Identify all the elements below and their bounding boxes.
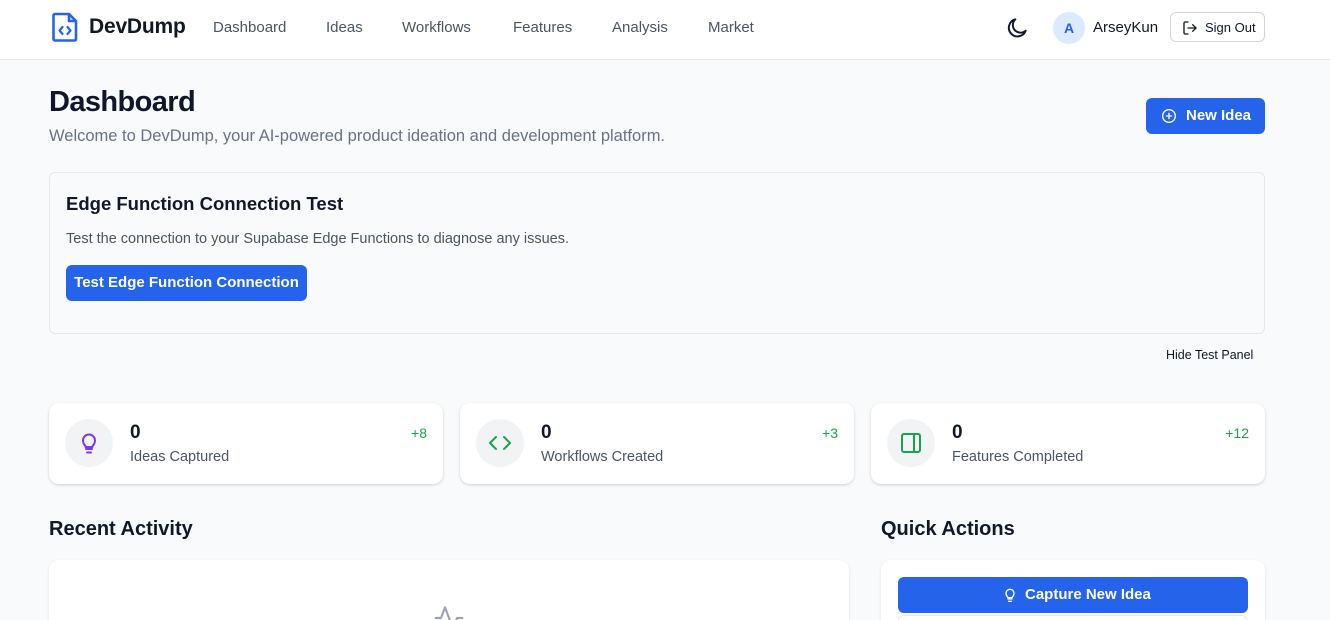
quick-actions-card: Capture New Idea [881, 560, 1265, 620]
test-panel-title: Edge Function Connection Test [66, 193, 344, 214]
capture-new-idea-label: Capture New Idea [1025, 586, 1151, 603]
nav-market[interactable]: Market [708, 19, 754, 36]
stat-label: Ideas Captured [130, 449, 230, 465]
hide-test-panel-button[interactable]: Hide Test Panel [1166, 348, 1253, 362]
stat-label: Features Completed [952, 449, 1084, 465]
edge-function-test-panel: Edge Function Connection Test Test the c… [49, 172, 1265, 334]
nav-ideas[interactable]: Ideas [326, 19, 363, 36]
stat-card-features: 0 Features Completed +12 [871, 403, 1265, 484]
stat-label: Workflows Created [541, 449, 664, 465]
stat-value: 0 [130, 422, 141, 443]
avatar[interactable]: A [1053, 12, 1085, 44]
stat-icon-wrapper [65, 419, 113, 467]
log-out-icon [1183, 21, 1197, 35]
sign-out-label: Sign Out [1205, 20, 1256, 35]
moon-icon [1007, 18, 1027, 38]
test-panel-description: Test the connection to your Supabase Edg… [66, 231, 569, 247]
stat-icon-wrapper [887, 419, 935, 467]
quick-action-secondary-button[interactable] [898, 615, 1248, 620]
nav-features[interactable]: Features [513, 19, 572, 36]
plus-circle-icon [1162, 109, 1176, 123]
nav-workflows[interactable]: Workflows [402, 19, 471, 36]
top-navbar: DevDump Dashboard Ideas Workflows Featur… [0, 0, 1330, 60]
stat-value: 0 [541, 422, 552, 443]
page-subtitle: Welcome to DevDump, your AI-powered prod… [49, 127, 666, 145]
recent-activity-card [49, 560, 849, 620]
lightbulb-icon [1005, 588, 1015, 602]
logo-icon[interactable] [52, 12, 78, 42]
stat-delta: +12 [1225, 425, 1249, 441]
code-icon [489, 436, 511, 450]
theme-toggle-button[interactable] [1004, 15, 1030, 41]
stat-card-ideas: 0 Ideas Captured +8 [49, 403, 443, 484]
lightbulb-icon [82, 433, 96, 454]
capture-new-idea-button[interactable]: Capture New Idea [898, 577, 1248, 613]
stat-delta: +8 [411, 425, 427, 441]
recent-activity-title: Recent Activity [49, 518, 193, 540]
test-connection-button[interactable]: Test Edge Function Connection [66, 265, 307, 301]
nav-analysis[interactable]: Analysis [612, 19, 668, 36]
new-idea-label: New Idea [1186, 107, 1252, 124]
sign-out-button[interactable]: Sign Out [1170, 12, 1265, 42]
brand-name[interactable]: DevDump [89, 15, 186, 39]
stat-card-workflows: 0 Workflows Created +3 [460, 403, 854, 484]
stat-delta: +3 [822, 425, 838, 441]
activity-icon [434, 606, 464, 620]
username[interactable]: ArseyKun [1093, 19, 1158, 36]
new-idea-button[interactable]: New Idea [1146, 98, 1265, 134]
panel-icon [901, 433, 921, 453]
page-title: Dashboard [49, 86, 196, 118]
quick-actions-title: Quick Actions [881, 518, 1015, 540]
stat-icon-wrapper [476, 419, 524, 467]
nav-dashboard[interactable]: Dashboard [213, 19, 286, 36]
stat-value: 0 [952, 422, 963, 443]
